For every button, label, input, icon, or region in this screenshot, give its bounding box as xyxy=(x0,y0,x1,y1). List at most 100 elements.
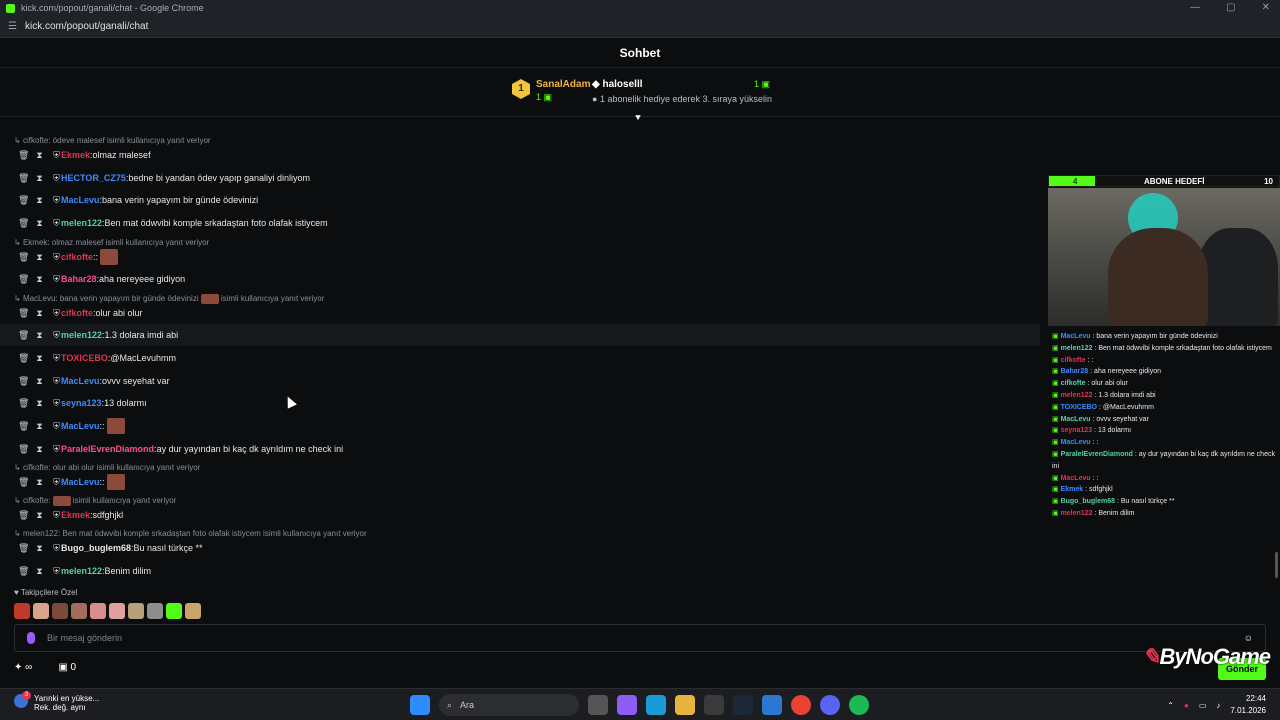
emoji-icon[interactable]: ☺ xyxy=(1244,633,1253,643)
emote[interactable] xyxy=(106,418,125,434)
microphone-icon[interactable] xyxy=(27,632,35,644)
network-icon[interactable]: ▭ xyxy=(1199,701,1207,710)
mic-tray-icon[interactable]: ● xyxy=(1184,701,1189,710)
timeout-icon[interactable]: ⧗ xyxy=(35,218,44,229)
timeout-icon[interactable]: ⧗ xyxy=(35,477,44,488)
chrome-icon[interactable] xyxy=(791,695,811,715)
chat-message[interactable]: 🗑 ⧗ ⛨ melen122: 1.3 dolara imdi abi xyxy=(0,324,1040,346)
chat-message[interactable]: 🗑 ⧗ ⛨ MacLevu: : xyxy=(0,415,1040,437)
delete-icon[interactable]: 🗑 xyxy=(18,444,29,455)
timeout-icon[interactable]: ⧗ xyxy=(35,376,44,387)
timeout-icon[interactable]: ⧗ xyxy=(35,195,44,206)
ban-icon[interactable]: ⛨ xyxy=(52,376,61,387)
delete-icon[interactable]: 🗑 xyxy=(18,330,29,341)
username[interactable]: TOXICEBO xyxy=(61,353,108,363)
close-icon[interactable]: ✕ xyxy=(1262,2,1270,13)
ban-icon[interactable]: ⛨ xyxy=(52,308,61,319)
emote[interactable] xyxy=(166,603,182,619)
username[interactable]: MacLevu xyxy=(61,477,100,487)
timeout-icon[interactable]: ⧗ xyxy=(35,274,44,285)
username[interactable]: MacLevu xyxy=(61,376,100,386)
chat-message[interactable]: 🗑 ⧗ ⛨ TOXICEBO: @MacLevuhmm xyxy=(0,347,1040,369)
leaderboard-second[interactable]: ◆ haloselll ● 1 abonelik hediye ederek 3… xyxy=(592,79,772,104)
timeout-icon[interactable]: ⧗ xyxy=(35,173,44,184)
ban-icon[interactable]: ⛨ xyxy=(52,173,61,184)
minimize-icon[interactable]: — xyxy=(1190,2,1200,13)
delete-icon[interactable]: 🗑 xyxy=(18,252,29,263)
ban-icon[interactable]: ⛨ xyxy=(52,252,61,263)
username[interactable]: melen122 xyxy=(61,330,102,340)
ban-icon[interactable]: ⛨ xyxy=(52,421,61,432)
chat-message[interactable]: 🗑 ⧗ ⛨ melen122: Benim dilim xyxy=(0,560,1040,582)
task-view-icon[interactable] xyxy=(588,695,608,715)
emote[interactable] xyxy=(14,603,30,619)
emote[interactable] xyxy=(147,603,163,619)
delete-icon[interactable]: 🗑 xyxy=(18,150,29,161)
chat-message[interactable]: 🗑 ⧗ ⛨ MacLevu: bana verin yapayım bir günde… xyxy=(0,189,1040,211)
ban-icon[interactable]: ⛨ xyxy=(52,566,61,577)
file-explorer-icon[interactable] xyxy=(675,695,695,715)
chat-message[interactable]: 🗑 ⧗ ⛨ seyna123: 13 dolarmı xyxy=(0,392,1040,414)
timeout-icon[interactable]: ⧗ xyxy=(35,353,44,364)
delete-icon[interactable]: 🗑 xyxy=(18,195,29,206)
delete-icon[interactable]: 🗑 xyxy=(18,218,29,229)
ban-icon[interactable]: ⛨ xyxy=(52,330,61,341)
chat-message[interactable]: 🗑 ⧗ ⛨ MacLevu: : xyxy=(0,471,1040,493)
chat-message[interactable]: 🗑 ⧗ ⛨ Ekmek: olmaz malesef xyxy=(0,144,1040,166)
scrollbar[interactable] xyxy=(1275,552,1278,578)
ban-icon[interactable]: ⛨ xyxy=(52,398,61,409)
delete-icon[interactable]: 🗑 xyxy=(18,173,29,184)
emote[interactable] xyxy=(90,603,106,619)
timeout-icon[interactable]: ⧗ xyxy=(35,308,44,319)
ban-icon[interactable]: ⛨ xyxy=(52,274,61,285)
username[interactable]: HECTOR_CZ75 xyxy=(61,173,126,183)
delete-icon[interactable]: 🗑 xyxy=(18,421,29,432)
delete-icon[interactable]: 🗑 xyxy=(18,398,29,409)
chat-message[interactable]: 🗑 ⧗ ⛨ MacLevu: ovvv seyehat var xyxy=(0,370,1040,392)
timeout-icon[interactable]: ⧗ xyxy=(35,252,44,263)
message-input[interactable]: Bir mesaj gönderin ☺ xyxy=(14,624,1266,652)
delete-icon[interactable]: 🗑 xyxy=(18,274,29,285)
mail-icon[interactable] xyxy=(762,695,782,715)
chat-message[interactable]: 🗑 ⧗ ⛨ ParalelEvrenDiamond: ay dur yayından … xyxy=(0,438,1040,460)
chat-message[interactable]: 🗑 ⧗ ⛨ Bugo_buglem68: Bu nasıl türkçe ** xyxy=(0,537,1040,559)
emote[interactable] xyxy=(33,603,49,619)
chat-message[interactable]: 🗑 ⧗ ⛨ cifkofte: olur abi olur xyxy=(0,302,1040,324)
delete-icon[interactable]: 🗑 xyxy=(18,477,29,488)
chat-message[interactable]: 🗑 ⧗ ⛨ Ekmek: sdfghjkl xyxy=(0,504,1040,526)
spotify-icon[interactable] xyxy=(849,695,869,715)
delete-icon[interactable]: 🗑 xyxy=(18,543,29,554)
tray-expand-icon[interactable]: ⌃ xyxy=(1167,701,1174,710)
timeout-icon[interactable]: ⧗ xyxy=(35,543,44,554)
username[interactable]: Ekmek xyxy=(61,150,90,160)
username[interactable]: melen122 xyxy=(61,218,102,228)
chat-message[interactable]: 🗑 ⧗ ⛨ Bahar28: aha nereyeee gidiyon xyxy=(0,268,1040,290)
steam-icon[interactable] xyxy=(733,695,753,715)
username[interactable]: Ekmek xyxy=(61,510,90,520)
ban-icon[interactable]: ⛨ xyxy=(52,477,61,488)
username[interactable]: ParalelEvrenDiamond xyxy=(61,444,154,454)
ban-icon[interactable]: ⛨ xyxy=(52,510,61,521)
ban-icon[interactable]: ⛨ xyxy=(52,444,61,455)
username[interactable]: cifkofte xyxy=(61,308,93,318)
username[interactable]: MacLevu xyxy=(61,195,100,205)
emote[interactable] xyxy=(109,603,125,619)
username[interactable]: Bahar28 xyxy=(61,274,97,284)
volume-icon[interactable]: ♪ xyxy=(1216,701,1220,710)
emote[interactable] xyxy=(128,603,144,619)
emote[interactable] xyxy=(52,603,68,619)
username[interactable]: Bugo_buglem68 xyxy=(61,543,131,553)
timeout-icon[interactable]: ⧗ xyxy=(35,150,44,161)
chat-message[interactable]: 🗑 ⧗ ⛨ cifkofte: : xyxy=(0,246,1040,268)
username[interactable]: seyna123 xyxy=(61,398,102,408)
site-info-icon[interactable]: ☰ xyxy=(8,21,17,32)
copilot-icon[interactable] xyxy=(617,695,637,715)
delete-icon[interactable]: 🗑 xyxy=(18,353,29,364)
store-icon[interactable] xyxy=(704,695,724,715)
emote[interactable] xyxy=(106,474,125,490)
gifts-display[interactable]: ▣ 0 xyxy=(58,662,76,673)
username[interactable]: melen122 xyxy=(61,566,102,576)
emote[interactable] xyxy=(71,603,87,619)
taskbar-search[interactable]: ⌕ Ara xyxy=(439,694,579,716)
timeout-icon[interactable]: ⧗ xyxy=(35,510,44,521)
